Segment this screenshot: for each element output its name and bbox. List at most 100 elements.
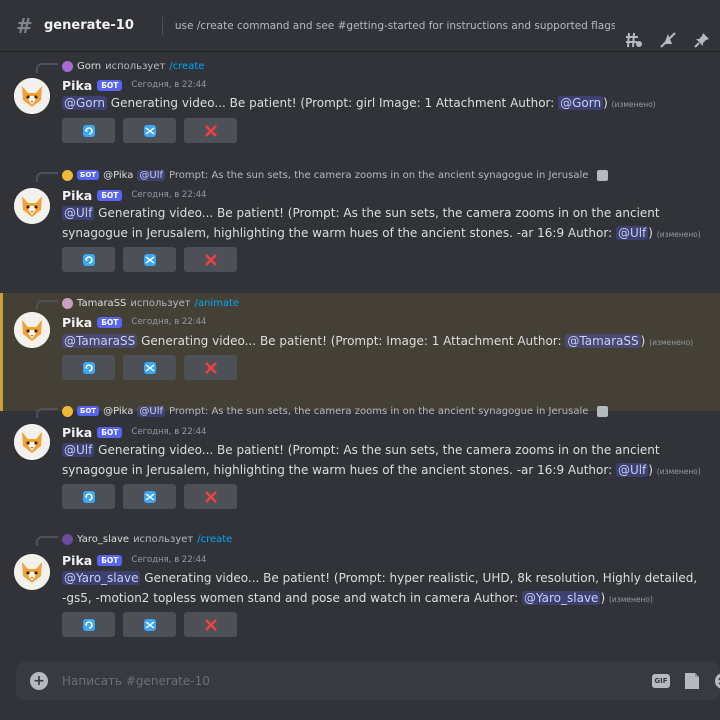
message-content: @Ulf Generating video... Be patient! (Pr…	[62, 203, 702, 245]
regenerate-button[interactable]	[62, 612, 115, 637]
reply-text: Prompt: As the sun sets, the camera zoom…	[169, 405, 589, 417]
reply-action: использует	[130, 297, 191, 309]
pin-icon[interactable]	[692, 30, 712, 50]
author-name[interactable]: Pika	[62, 188, 92, 203]
author-mention[interactable]: @Ulf	[615, 226, 649, 240]
emoji-icon[interactable]	[714, 672, 720, 690]
reply-preview[interactable]: TamaraSS использует/animate	[62, 296, 702, 310]
user-mention[interactable]: @TamaraSS	[62, 334, 138, 348]
threads-icon[interactable]	[624, 30, 644, 50]
author-name[interactable]: Pika	[62, 553, 92, 568]
avatar[interactable]	[14, 554, 50, 590]
action-buttons	[62, 118, 237, 143]
shuffle-icon	[143, 124, 157, 138]
bot-tag: БОТ	[77, 406, 100, 416]
reply-action: использует	[105, 60, 166, 72]
reply-mention[interactable]: @Ulf	[137, 169, 166, 181]
timestamp: Сегодня, в 22:44	[131, 555, 207, 565]
regenerate-button[interactable]	[62, 355, 115, 380]
message-header: Pika БОТ Сегодня, в 22:44	[62, 187, 206, 203]
reply-avatar	[62, 405, 73, 417]
add-attachment-button[interactable]: +	[30, 672, 48, 690]
edit-icon	[597, 405, 609, 417]
avatar[interactable]	[14, 312, 50, 348]
reply-username[interactable]: Gorn	[77, 61, 101, 72]
message-tail: )	[648, 463, 653, 477]
reply-username[interactable]: TamaraSS	[77, 298, 126, 309]
message-text: Generating video... Be patient! (Prompt:…	[137, 334, 566, 348]
reply-username[interactable]: Yaro_slave	[77, 534, 129, 545]
close-icon	[204, 490, 218, 504]
author-name[interactable]: Pika	[62, 315, 92, 330]
reply-command[interactable]: /animate	[195, 298, 240, 309]
message-header: Pika БОТ Сегодня, в 22:44	[62, 314, 206, 330]
remix-button[interactable]	[123, 355, 176, 380]
channel-topic[interactable]: use /create command and see #getting-sta…	[175, 20, 615, 32]
author-mention[interactable]: @Gorn	[558, 96, 604, 110]
author-name[interactable]: Pika	[62, 78, 92, 93]
message-header: Pika БОТ Сегодня, в 22:44	[62, 552, 206, 568]
avatar[interactable]	[14, 424, 50, 460]
reply-avatar	[62, 169, 73, 181]
message: TamaraSS использует/animate Pika БОТ Сегодня…	[0, 293, 720, 411]
author-mention[interactable]: @Yaro_slave	[521, 591, 601, 605]
reply-preview[interactable]: Gorn использует/create	[62, 59, 702, 73]
user-mention[interactable]: @Ulf	[62, 206, 95, 220]
reply-preview[interactable]: Yaro_slave использует/create	[62, 532, 702, 546]
delete-button[interactable]	[184, 484, 237, 509]
gif-button[interactable]: GIF	[652, 674, 670, 688]
remix-button[interactable]	[123, 612, 176, 637]
reply-preview[interactable]: БОТ @Pika @Ulf Prompt: As the sun sets, th…	[62, 404, 702, 418]
action-buttons	[62, 484, 237, 509]
bot-tag: БОТ	[97, 554, 123, 566]
user-mention[interactable]: @Gorn	[62, 96, 107, 110]
message-tail: )	[600, 591, 606, 605]
delete-button[interactable]	[184, 355, 237, 380]
sticker-icon[interactable]	[684, 672, 700, 690]
refresh-icon	[82, 361, 96, 375]
regenerate-button[interactable]	[62, 118, 115, 143]
reply-mention[interactable]: @Ulf	[137, 405, 166, 417]
message-content: @TamaraSS Generating video... Be patient…	[62, 331, 702, 353]
divider	[161, 16, 163, 35]
author-name[interactable]: Pika	[62, 425, 92, 440]
reply-username[interactable]: @Pika	[103, 170, 133, 181]
message-tail: )	[640, 334, 646, 348]
message-header: Pika БОТ Сегодня, в 22:44	[62, 424, 206, 440]
avatar[interactable]	[14, 78, 50, 114]
user-mention[interactable]: @Ulf	[62, 443, 95, 457]
message-input[interactable]	[62, 671, 582, 691]
header-toolbar	[624, 30, 712, 50]
timestamp: Сегодня, в 22:44	[131, 190, 207, 200]
remix-button[interactable]	[123, 247, 176, 272]
message-header: Pika БОТ Сегодня, в 22:44	[62, 77, 206, 93]
action-buttons	[62, 612, 237, 637]
remix-button[interactable]	[123, 118, 176, 143]
regenerate-button[interactable]	[62, 484, 115, 509]
reply-command[interactable]: /create	[197, 534, 232, 545]
edit-icon	[597, 169, 609, 181]
regenerate-button[interactable]	[62, 247, 115, 272]
edited-label: (изменено)	[649, 338, 694, 347]
message-tail: )	[603, 96, 608, 110]
remix-button[interactable]	[123, 484, 176, 509]
bot-tag: БОТ	[97, 79, 123, 91]
message-content: @Yaro_slave Generating video... Be patie…	[62, 568, 702, 610]
author-mention[interactable]: @TamaraSS	[565, 334, 641, 348]
action-buttons	[62, 355, 237, 380]
message-composer: + GIF	[16, 662, 720, 700]
avatar[interactable]	[14, 188, 50, 224]
close-icon	[204, 253, 218, 267]
close-icon	[204, 361, 218, 375]
notifications-off-icon[interactable]	[658, 30, 678, 50]
user-mention[interactable]: @Yaro_slave	[62, 571, 141, 585]
reply-connector	[36, 172, 58, 182]
bot-tag: БОТ	[77, 170, 100, 180]
reply-preview[interactable]: БОТ @Pika @Ulf Prompt: As the sun sets, th…	[62, 168, 702, 182]
reply-command[interactable]: /create	[169, 61, 204, 72]
reply-username[interactable]: @Pika	[103, 406, 133, 417]
delete-button[interactable]	[184, 612, 237, 637]
delete-button[interactable]	[184, 118, 237, 143]
author-mention[interactable]: @Ulf	[615, 463, 649, 477]
delete-button[interactable]	[184, 247, 237, 272]
